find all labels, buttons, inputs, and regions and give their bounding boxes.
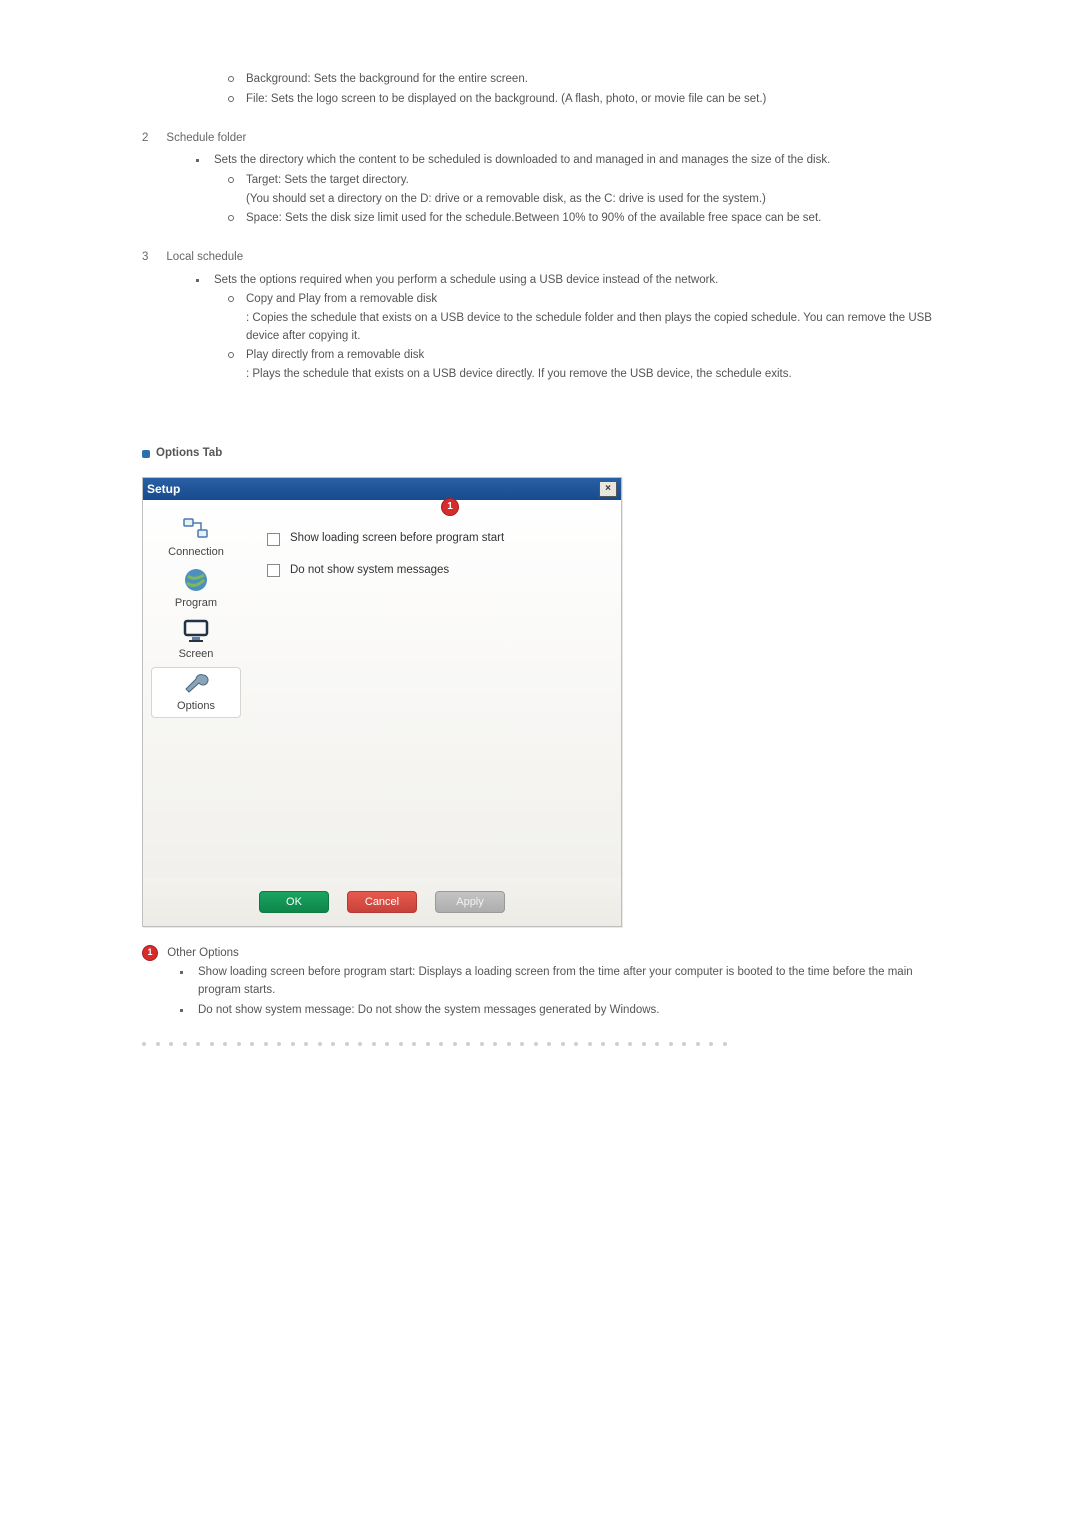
sidebar-screen-label: Screen	[179, 646, 214, 663]
connection-icon	[181, 516, 211, 542]
sidebar-item-program[interactable]: Program	[152, 565, 240, 614]
pre-item-file: File: Sets the logo screen to be display…	[228, 90, 944, 110]
sidebar-item-connection[interactable]: Connection	[152, 514, 240, 563]
show-loading-label: Show loading screen before program start	[290, 530, 504, 548]
setup-dialog: Setup × Connection	[142, 477, 622, 927]
section-3-sub-play-desc: : Plays the schedule that exists on a US…	[246, 366, 944, 384]
hide-messages-label: Do not show system messages	[290, 562, 449, 580]
close-button[interactable]: ×	[599, 481, 617, 497]
section-2-num: 2	[142, 130, 148, 148]
sidebar-connection-label: Connection	[168, 544, 224, 561]
divider-dots	[142, 1042, 944, 1048]
section-3-sub-2: Play directly from a removable disk	[228, 346, 944, 366]
wrench-icon	[181, 670, 211, 696]
section-2-sub-target-note: (You should set a directory on the D: dr…	[246, 191, 944, 209]
sidebar-item-screen[interactable]: Screen	[152, 616, 240, 665]
dialog-body: Connection Program Screen	[143, 500, 621, 878]
options-tab-heading: Options Tab	[142, 445, 944, 463]
sidebar-program-label: Program	[175, 595, 217, 612]
section-3-sub-1: Copy and Play from a removable disk	[228, 290, 944, 310]
apply-button-label: Apply	[456, 894, 484, 911]
section-3-main-bullet: Sets the options required when you perfo…	[196, 271, 944, 291]
sidebar-item-options[interactable]: Options	[151, 667, 241, 718]
section-2-bullets: Sets the directory which the content to …	[196, 151, 944, 171]
ok-button[interactable]: OK	[259, 891, 329, 913]
ok-button-label: OK	[286, 894, 302, 911]
dialog-sidebar: Connection Program Screen	[143, 500, 249, 878]
show-loading-row[interactable]: Show loading screen before program start	[267, 530, 603, 548]
pre-item-background: Background: Sets the background for the …	[228, 70, 944, 90]
other-options-title: Other Options	[167, 947, 239, 959]
dialog-title: Setup	[147, 480, 180, 499]
hide-messages-row[interactable]: Do not show system messages	[267, 562, 603, 580]
section-bullet-icon	[142, 450, 150, 458]
other-options-b1: Show loading screen before program start…	[180, 963, 944, 1001]
other-options-b2: Do not show system message: Do not show …	[180, 1001, 944, 1021]
other-options-bullets: Show loading screen before program start…	[180, 963, 944, 1020]
dialog-main: 1 Show loading screen before program sta…	[249, 500, 621, 878]
show-loading-checkbox[interactable]	[267, 533, 280, 546]
globe-icon	[181, 567, 211, 593]
section-2-header: 2 Schedule folder	[142, 130, 944, 148]
sidebar-options-label: Options	[177, 698, 215, 715]
section-2-sub: Target: Sets the target directory.	[228, 171, 944, 191]
callout-1-badge: 1	[441, 498, 459, 516]
section-3-sub-copy-desc: : Copies the schedule that exists on a U…	[246, 310, 944, 346]
dialog-titlebar: Setup ×	[143, 478, 621, 500]
other-options-callout: 1	[142, 945, 158, 961]
section-2-sub-target: Target: Sets the target directory.	[228, 171, 944, 191]
cancel-button[interactable]: Cancel	[347, 891, 417, 913]
close-icon: ×	[605, 481, 611, 497]
section-3-sub-copy: Copy and Play from a removable disk	[228, 290, 944, 310]
options-tab-label: Options Tab	[156, 445, 222, 463]
section-2-title: Schedule folder	[166, 130, 246, 148]
section-3-header: 3 Local schedule	[142, 249, 944, 267]
section-3-num: 3	[142, 249, 148, 267]
dialog-footer: OK Cancel Apply	[143, 878, 621, 926]
apply-button[interactable]: Apply	[435, 891, 505, 913]
section-2-main-bullet: Sets the directory which the content to …	[196, 151, 944, 171]
pre-sub-items: Background: Sets the background for the …	[228, 70, 944, 110]
section-3-bullets: Sets the options required when you perfo…	[196, 271, 944, 291]
hide-messages-checkbox[interactable]	[267, 564, 280, 577]
section-2-sub-2: Space: Sets the disk size limit used for…	[228, 209, 944, 229]
section-2-sub-space: Space: Sets the disk size limit used for…	[228, 209, 944, 229]
other-options-heading: 1 Other Options	[142, 945, 944, 963]
cancel-button-label: Cancel	[365, 894, 399, 911]
monitor-icon	[181, 618, 211, 644]
section-3-sub-play: Play directly from a removable disk	[228, 346, 944, 366]
section-3-title: Local schedule	[166, 249, 243, 267]
